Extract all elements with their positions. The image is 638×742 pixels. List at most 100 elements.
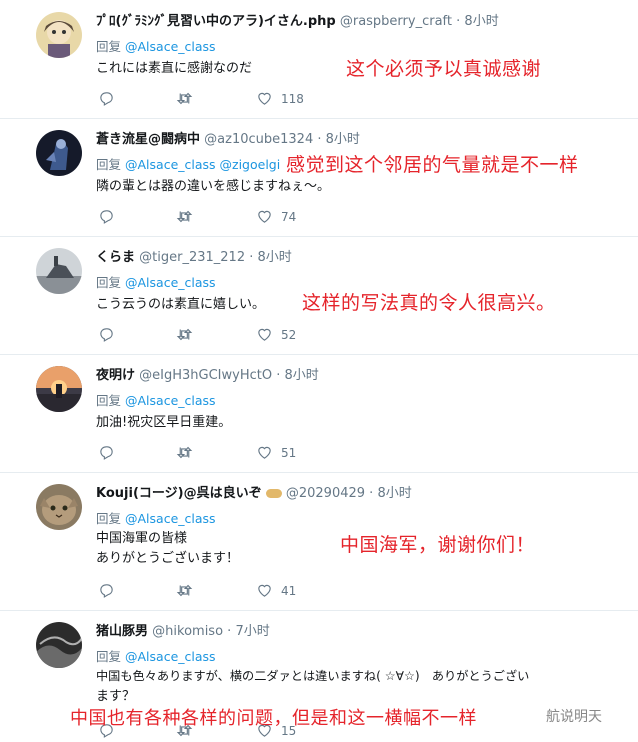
like-count: 118: [281, 91, 304, 106]
reply-context: 回复 @Alsace_class: [96, 390, 216, 409]
translation-overlay: 中国也有各种各样的问题，但是和这一横幅不一样: [70, 708, 477, 729]
retweet-icon: [176, 92, 193, 105]
reply-context: 回复 @Alsace_class: [96, 508, 216, 527]
tweet[interactable]: 蒼き流星@闘病中 @az10cube1324 · 8小时 回复 @Alsace_…: [0, 118, 638, 237]
reply-label: 回复: [96, 649, 122, 664]
reply-icon: [100, 210, 113, 224]
bread-icon: [265, 489, 282, 498]
reply-button[interactable]: [98, 444, 123, 461]
user-handle[interactable]: @eIgH3hGCIwyHctO: [139, 368, 272, 383]
avatar[interactable]: [36, 248, 82, 294]
tweet-text: 中国海軍の皆様: [96, 531, 188, 546]
avatar[interactable]: [36, 12, 82, 58]
tweet-text: こう云うのは素直に嬉しい。: [96, 297, 266, 312]
display-name[interactable]: ﾌﾟﾛ(ｸﾞﾗﾐﾝｸﾞ見習い中のアラ)イさん.php: [96, 14, 336, 29]
retweet-button[interactable]: [176, 90, 201, 107]
reply-context: 回复 @Alsace_class: [96, 272, 216, 291]
user-handle[interactable]: @tiger_231_212: [139, 250, 245, 265]
like-button[interactable]: 41: [256, 582, 296, 599]
like-button[interactable]: 51: [256, 444, 296, 461]
tweet-header: ﾌﾟﾛ(ｸﾞﾗﾐﾝｸﾞ見習い中のアラ)イさん.php @raspberry_cr…: [96, 10, 499, 29]
avatar[interactable]: [36, 622, 82, 668]
retweet-button[interactable]: [176, 582, 201, 599]
reply-button[interactable]: [98, 326, 123, 343]
like-button[interactable]: 74: [256, 208, 296, 225]
reply-label: 回复: [96, 511, 122, 526]
mention-link[interactable]: @Alsace_class: [125, 393, 216, 408]
tweet-header: 夜明け @eIgH3hGCIwyHctO · 8小时: [96, 364, 319, 383]
tweet-actions: 52: [96, 326, 396, 346]
heart-icon: [258, 92, 271, 105]
heart-icon: [258, 328, 271, 341]
separator-dot: ·: [227, 624, 232, 639]
tweet[interactable]: Kouji(コージ)@呉は良いぞ @20290429 · 8小时 回复 @Als…: [0, 472, 638, 611]
reply-context: 回复 @Alsace_class @zigoelgi: [96, 154, 280, 173]
separator-dot: ·: [317, 132, 322, 147]
mention-link[interactable]: @Alsace_class: [125, 39, 216, 54]
mention-link[interactable]: @Alsace_class: [125, 649, 216, 664]
avatar[interactable]: [36, 484, 82, 530]
display-name[interactable]: Kouji(コージ)@呉は良いぞ: [96, 486, 262, 501]
like-count: 52: [281, 327, 297, 342]
retweet-icon: [176, 328, 193, 341]
tweet-text: これには素直に感謝なのだ: [96, 61, 253, 76]
reply-icon: [100, 446, 113, 460]
display-name[interactable]: くらま: [96, 250, 135, 265]
tweet-header: くらま @tiger_231_212 · 8小时: [96, 246, 292, 265]
user-handle[interactable]: @raspberry_craft: [340, 14, 452, 29]
timestamp[interactable]: 8小时: [464, 14, 498, 29]
reply-label: 回复: [96, 275, 122, 290]
display-name[interactable]: 夜明け: [96, 368, 135, 383]
tweet[interactable]: くらま @tiger_231_212 · 8小时 回复 @Alsace_clas…: [0, 236, 638, 355]
tweet[interactable]: 猪山豚男 @hikomiso · 7小时 回复 @Alsace_class 中国…: [0, 610, 638, 742]
retweet-button[interactable]: [176, 444, 201, 461]
reply-button[interactable]: [98, 208, 123, 225]
tweet-header: 猪山豚男 @hikomiso · 7小时: [96, 620, 270, 639]
tweet-actions: 51: [96, 444, 396, 464]
separator-dot: ·: [249, 250, 254, 265]
mention-link[interactable]: @Alsace_class: [125, 511, 216, 526]
user-handle[interactable]: @az10cube1324: [204, 132, 313, 147]
tweet-text: 中国も色々ありますが、横の二ダァとは違いますね( ☆∀☆) ありがとうござい: [96, 669, 530, 683]
timestamp[interactable]: 8小时: [258, 250, 292, 265]
translation-overlay: 这样的写法真的令人很高兴。: [302, 292, 556, 314]
tweet[interactable]: ﾌﾟﾛ(ｸﾞﾗﾐﾝｸﾞ見習い中のアラ)イさん.php @raspberry_cr…: [0, 0, 638, 119]
translation-overlay: 这个必须予以真诚感谢: [346, 58, 542, 80]
translation-overlay: 感觉到这个邻居的气量就是不一样: [286, 154, 579, 176]
timestamp[interactable]: 7小时: [235, 624, 269, 639]
user-handle[interactable]: @hikomiso: [152, 624, 223, 639]
timestamp[interactable]: 8小时: [377, 486, 411, 501]
separator-dot: ·: [276, 368, 281, 383]
tweet[interactable]: 夜明け @eIgH3hGCIwyHctO · 8小时 回复 @Alsace_cl…: [0, 354, 638, 473]
reply-icon: [100, 92, 113, 106]
timestamp[interactable]: 8小时: [285, 368, 319, 383]
translation-overlay: 中国海军，谢谢你们！: [340, 534, 536, 556]
reply-context: 回复 @Alsace_class: [96, 646, 216, 665]
reply-icon: [100, 584, 113, 598]
like-button[interactable]: 52: [256, 326, 296, 343]
display-name[interactable]: 蒼き流星@闘病中: [96, 132, 200, 147]
avatar[interactable]: [36, 130, 82, 176]
tweet-header: 蒼き流星@闘病中 @az10cube1324 · 8小时: [96, 128, 360, 147]
separator-dot: ·: [456, 14, 461, 29]
like-button[interactable]: 118: [256, 90, 304, 107]
tweet-text-line2: ありがとうございます！: [96, 551, 240, 566]
avatar[interactable]: [36, 366, 82, 412]
tweet-actions: 118: [96, 90, 396, 110]
retweet-button[interactable]: [176, 208, 201, 225]
retweet-icon: [176, 446, 193, 459]
mention-link[interactable]: @Alsace_class: [125, 275, 216, 290]
reply-button[interactable]: [98, 90, 123, 107]
reply-label: 回复: [96, 393, 122, 408]
retweet-button[interactable]: [176, 326, 201, 343]
tweet-header: Kouji(コージ)@呉は良いぞ @20290429 · 8小时: [96, 482, 412, 501]
mention-link[interactable]: @Alsace_class @zigoelgi: [125, 157, 280, 172]
timestamp[interactable]: 8小时: [326, 132, 360, 147]
reply-context: 回复 @Alsace_class: [96, 36, 216, 55]
reply-button[interactable]: [98, 582, 123, 599]
reply-label: 回复: [96, 39, 122, 54]
display-name[interactable]: 猪山豚男: [96, 624, 148, 639]
user-handle[interactable]: @20290429: [286, 486, 365, 501]
like-count: 41: [281, 583, 297, 598]
watermark: 航说明天: [546, 709, 602, 725]
